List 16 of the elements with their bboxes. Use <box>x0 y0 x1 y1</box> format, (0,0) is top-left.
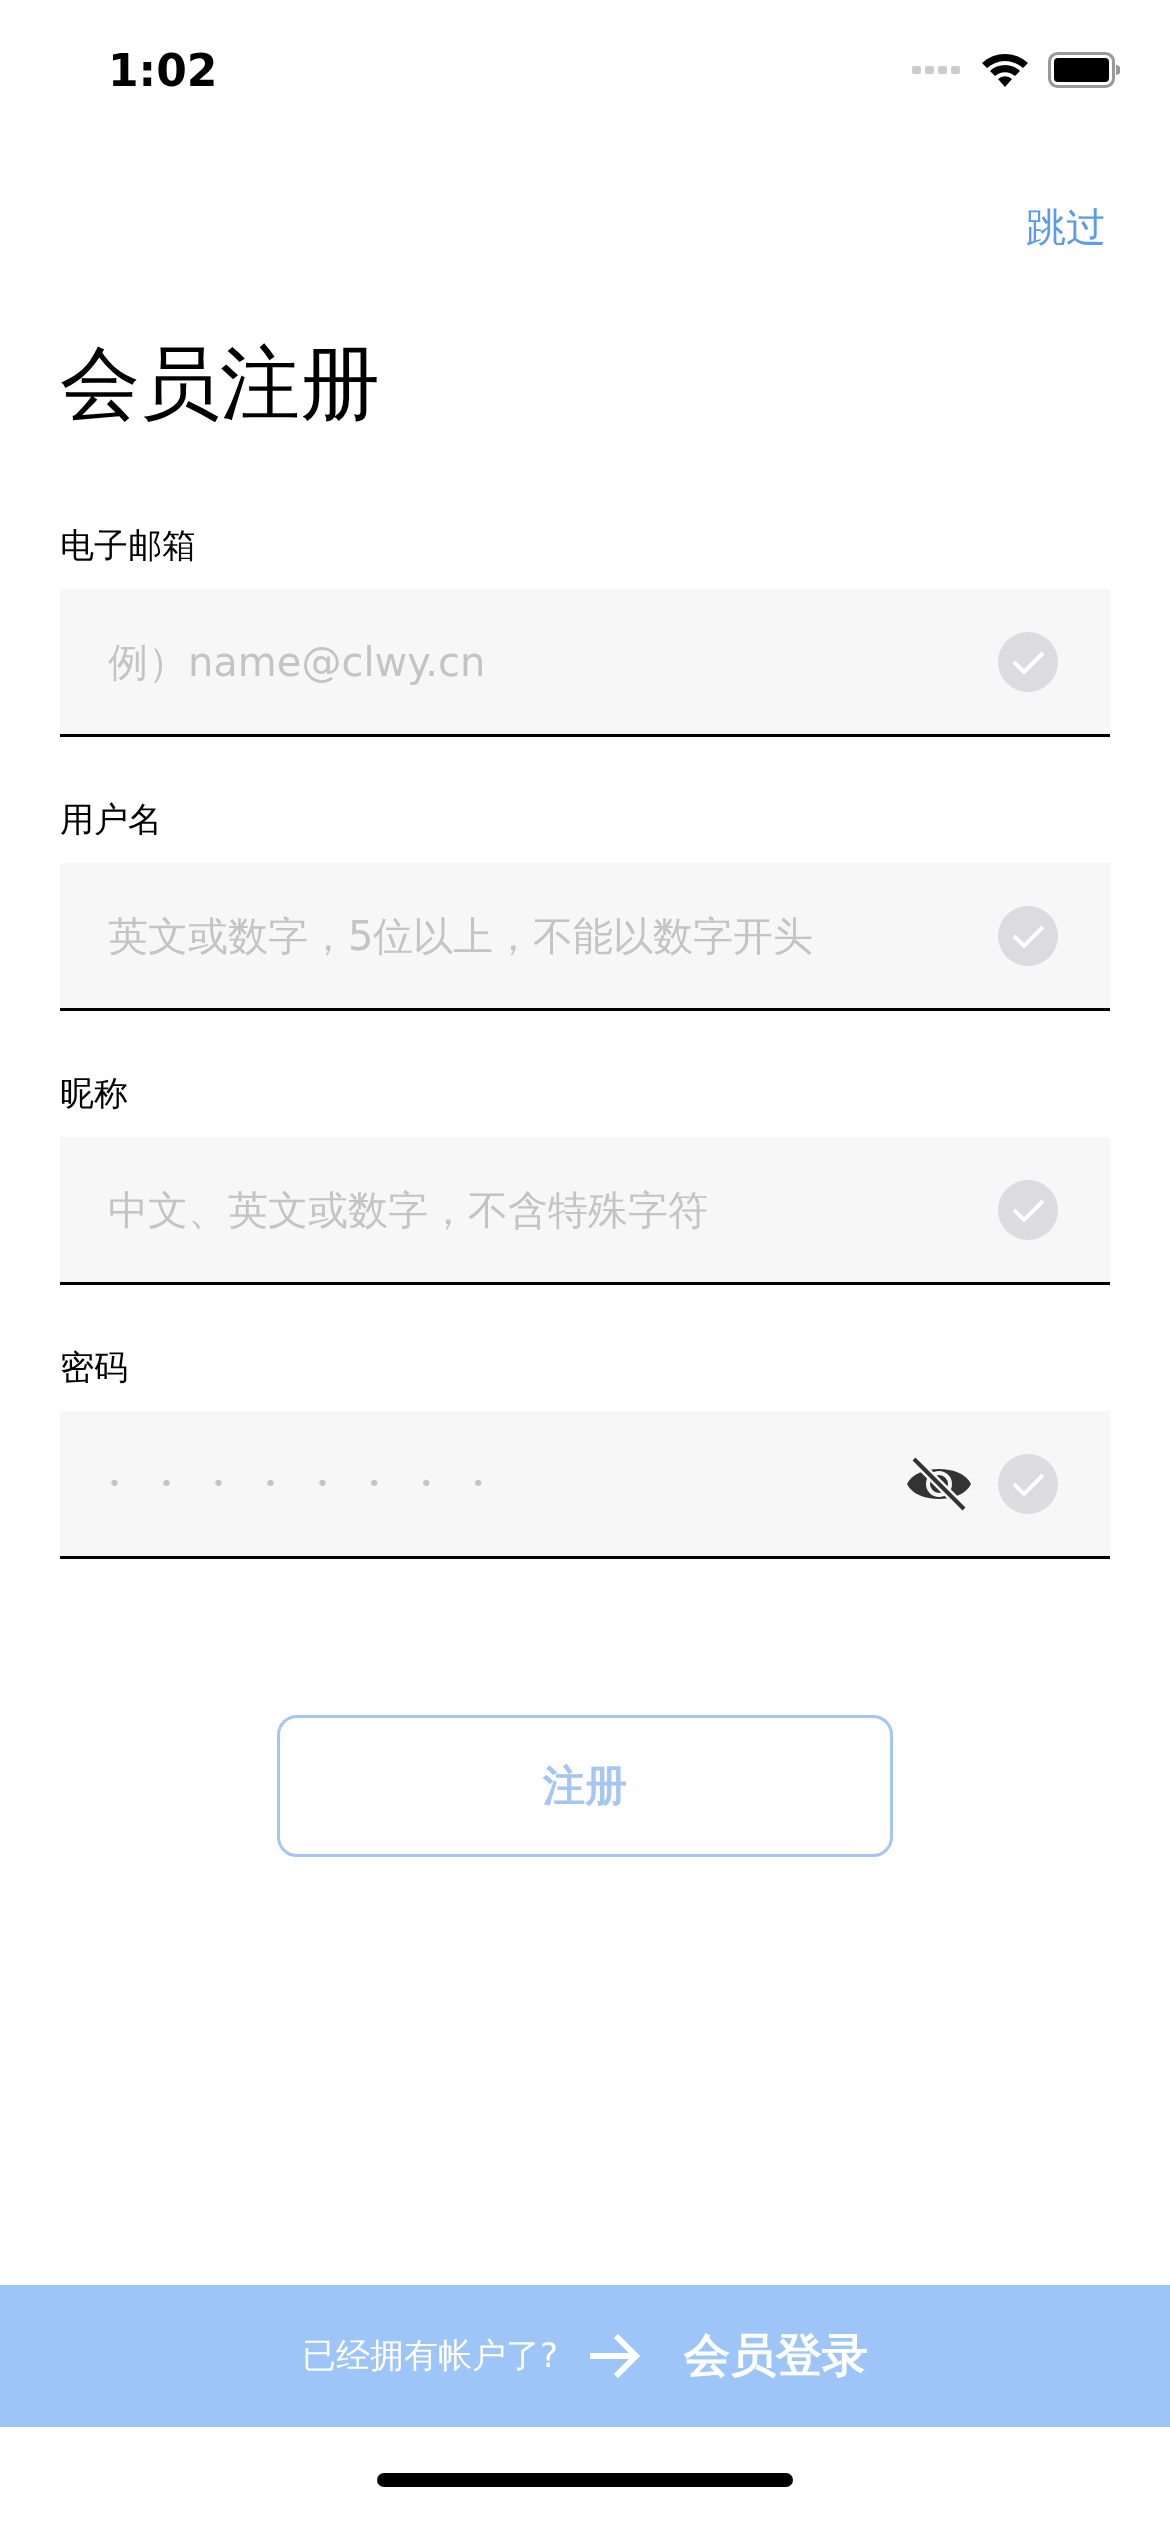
login-link[interactable]: 会员登录 <box>684 2325 868 2387</box>
field-label: 用户名 <box>60 798 163 841</box>
text-input[interactable]: • • • • • • • • <box>106 1470 880 1497</box>
eye-slash-icon[interactable] <box>906 1455 972 1512</box>
wifi-icon <box>980 51 1030 89</box>
skip-link[interactable]: 跳过 <box>1026 200 1106 255</box>
field-label: 电子邮箱 <box>60 524 197 567</box>
field-label: 密码 <box>60 1346 129 1389</box>
signal-icon <box>912 64 962 76</box>
login-prompt: 已经拥有帐户了? <box>301 2334 558 2377</box>
status-time: 1:02 <box>108 44 218 96</box>
input-field[interactable]: • • • • • • • • <box>60 1411 1110 1559</box>
arrow-right-icon <box>588 2332 642 2380</box>
page-title: 会员注册 <box>60 336 381 432</box>
field-label: 昵称 <box>60 1072 129 1115</box>
battery-icon <box>1048 52 1120 88</box>
